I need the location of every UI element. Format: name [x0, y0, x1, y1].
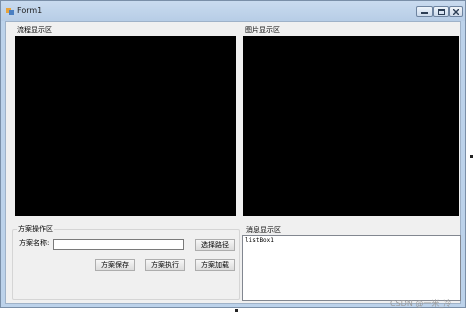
resize-grip-right[interactable]	[470, 155, 473, 158]
flow-display-label: 流程显示区	[16, 25, 53, 35]
window-title: Form1	[17, 6, 43, 15]
minimize-button[interactable]	[416, 6, 433, 17]
image-display-panel[interactable]	[243, 36, 459, 216]
image-display-group: 图片显示区	[241, 25, 460, 217]
close-button[interactable]	[449, 6, 463, 17]
minimize-icon	[421, 12, 428, 14]
form-client-area: 流程显示区 图片显示区 方案操作区 方案名称: 选择路径 方案保存 方案执行 方…	[5, 21, 461, 304]
message-display-label: 消息显示区	[245, 225, 282, 235]
main-window: Form1 流程显示区 图片显示区 方案操作区 方案名称: 选择路径 方案保存	[0, 0, 466, 308]
scheme-operation-label: 方案操作区	[17, 224, 54, 234]
save-scheme-button[interactable]: 方案保存	[95, 259, 135, 271]
scheme-operation-group: 方案操作区 方案名称: 选择路径 方案保存 方案执行 方案加载	[12, 224, 240, 300]
flow-display-group: 流程显示区	[13, 25, 239, 217]
scheme-name-input[interactable]	[53, 239, 184, 250]
resize-grip-bottom[interactable]	[235, 309, 238, 312]
select-path-button[interactable]: 选择路径	[195, 239, 235, 251]
maximize-button[interactable]	[433, 6, 449, 17]
list-item[interactable]: listBox1	[245, 237, 274, 245]
title-bar[interactable]: Form1	[1, 1, 465, 21]
form-app-icon	[6, 8, 14, 15]
message-display-group: 消息显示区 listBox1	[242, 225, 461, 302]
maximize-icon	[437, 8, 445, 15]
close-icon	[453, 8, 459, 15]
image-display-label: 图片显示区	[244, 25, 281, 35]
flow-display-panel[interactable]	[15, 36, 236, 216]
message-listbox[interactable]: listBox1	[242, 235, 461, 301]
execute-scheme-button[interactable]: 方案执行	[145, 259, 185, 271]
watermark-text: CSDN @一米_冷	[390, 299, 452, 308]
load-scheme-button[interactable]: 方案加载	[195, 259, 235, 271]
scheme-name-label: 方案名称:	[19, 239, 50, 247]
